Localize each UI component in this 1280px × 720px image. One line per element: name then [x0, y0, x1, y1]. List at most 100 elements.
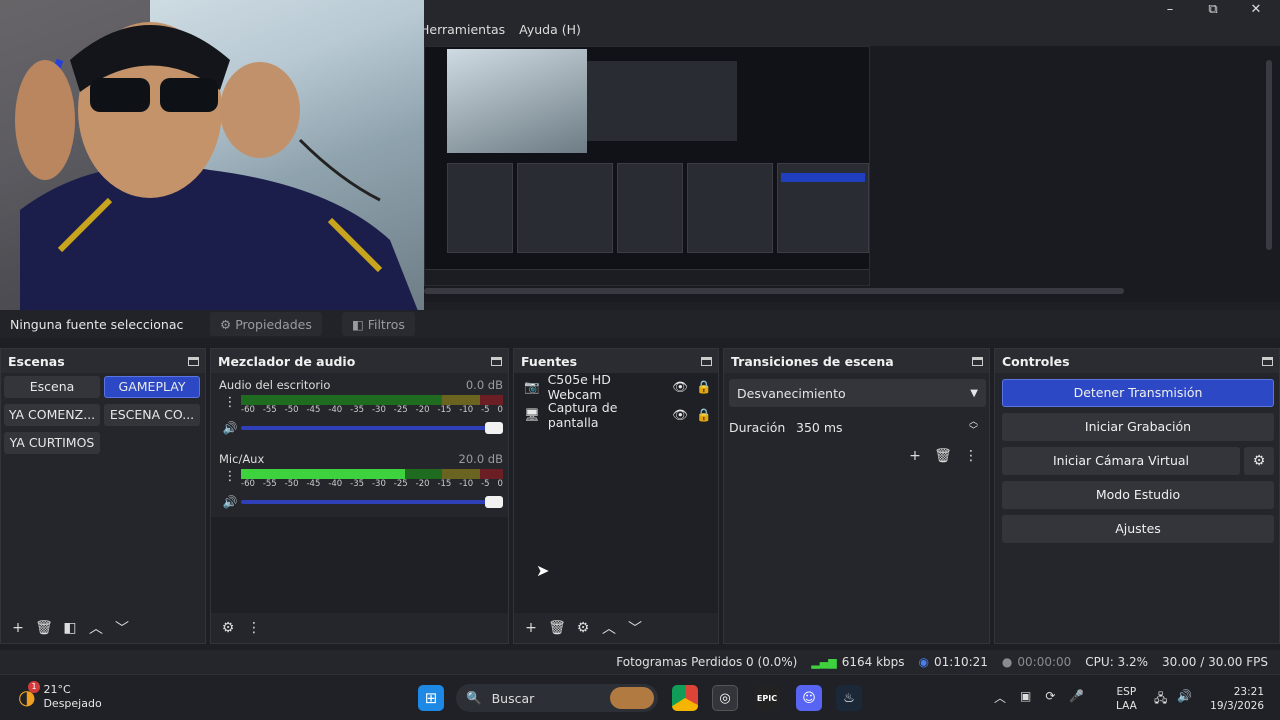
scene-item[interactable]: YA COMENZ... — [4, 404, 100, 426]
chevron-up-icon[interactable]: ︿ — [994, 689, 1006, 706]
gear-icon[interactable]: ⚙ — [572, 617, 594, 639]
properties-button[interactable]: ⚙ Propiedades — [210, 312, 322, 336]
record-time: 00:00:00 — [1017, 655, 1072, 669]
minimize-button[interactable]: – — [1156, 2, 1184, 20]
eye-icon[interactable]: 👁 — [672, 379, 688, 395]
windows-start-icon[interactable]: ⊞ — [418, 685, 444, 711]
source-name: C505e HD Webcam — [547, 372, 611, 402]
undock-icon[interactable] — [1262, 356, 1273, 366]
source-item[interactable]: 🖥 Captura de pantalla 👁 🔒 — [514, 400, 718, 430]
scene-item-active[interactable]: GAMEPLAY — [104, 376, 200, 398]
clock-time: 23:21 — [1233, 686, 1264, 698]
steam-icon[interactable]: ♨ — [836, 685, 862, 711]
audio-settings-icon[interactable]: ⚙ — [217, 617, 239, 639]
gear-icon[interactable]: ⚙ — [1244, 447, 1274, 475]
more-options-icon[interactable]: ⋮ — [219, 395, 241, 410]
scene-item[interactable]: Escena — [4, 376, 100, 398]
scene-item[interactable]: YA CURTIMOS — [4, 432, 100, 454]
start-recording-button[interactable]: Iniciar Grabación — [1002, 413, 1274, 441]
undock-icon[interactable] — [701, 356, 712, 366]
menu-item-ayuda[interactable]: Ayuda (H) — [519, 22, 581, 44]
lock-icon[interactable]: 🔒 — [696, 407, 718, 423]
chevron-down-icon[interactable]: ﹀ — [111, 617, 133, 639]
filter-icon[interactable]: ◧ — [59, 617, 81, 639]
stop-stream-button[interactable]: Detener Transmisión — [1002, 379, 1274, 407]
chrome-icon[interactable] — [672, 685, 698, 711]
undock-icon[interactable] — [188, 356, 199, 366]
filter-icon: ◧ — [351, 316, 364, 332]
volume-slider[interactable] — [241, 496, 503, 508]
dropped-frames: Fotogramas Perdidos 0 (0.0%) — [616, 655, 798, 669]
more-options-icon[interactable]: ⋮ — [219, 469, 241, 484]
scene-item[interactable]: ESCENA CO... — [104, 404, 200, 426]
close-button[interactable]: ✕ — [1242, 2, 1270, 20]
meter-tick-label: -25 — [393, 479, 408, 489]
network-volume[interactable]: 🖧 🔊 — [1154, 689, 1192, 710]
language-bottom: LAA — [1116, 700, 1137, 712]
meter-tick-label: 0 — [497, 405, 503, 415]
preview-mini-panel — [617, 163, 683, 253]
source-item[interactable]: 📷 C505e HD Webcam 👁 🔒 — [514, 372, 718, 402]
add-icon[interactable]: + — [7, 617, 29, 639]
transition-select[interactable]: Desvanecimiento ▼ — [729, 379, 986, 407]
trash-icon[interactable]: 🗑 — [932, 445, 954, 467]
eye-icon[interactable]: 👁 — [672, 407, 688, 423]
filters-label: Filtros — [367, 316, 405, 332]
lock-open-icon[interactable]: 🔒 — [696, 379, 718, 395]
channel-db: 0.0 dB — [465, 378, 503, 392]
speaker-icon[interactable]: 🔊 — [219, 421, 241, 435]
stream-preview[interactable] — [424, 46, 870, 286]
meter-tick-label: -55 — [262, 405, 277, 415]
chevron-up-icon[interactable]: ︿ — [85, 617, 107, 639]
meter-tick-label: -35 — [350, 405, 365, 415]
meter-tick-label: -45 — [306, 405, 321, 415]
add-icon[interactable]: + — [904, 445, 926, 467]
language-indicator[interactable]: ESP LAA — [1116, 685, 1137, 713]
undock-icon[interactable] — [972, 356, 983, 366]
horizontal-scrollbar[interactable] — [424, 288, 1124, 294]
speaker-icon[interactable]: 🔊 — [219, 495, 241, 509]
discord-icon[interactable]: ☺ — [796, 685, 822, 711]
scenes-toolbar: + 🗑 ◧ ︿ ﹀ — [1, 613, 205, 643]
meter-tick-label: -25 — [393, 405, 408, 415]
more-options-icon[interactable]: ⋮ — [960, 445, 982, 467]
add-icon[interactable]: + — [520, 617, 542, 639]
studio-mode-button[interactable]: Modo Estudio — [1002, 481, 1274, 509]
undock-icon[interactable] — [491, 356, 502, 366]
weather-widget[interactable]: ◑ 1 21°C Despejado — [18, 681, 102, 711]
bitrate-indicator: ▂▄▆ 6164 kbps — [811, 655, 904, 669]
filters-button[interactable]: ◧ Filtros — [341, 312, 415, 336]
settings-button[interactable]: Ajustes — [1002, 515, 1274, 543]
maximize-button[interactable]: ⧉ — [1199, 2, 1227, 20]
microphone-icon[interactable]: 🎤 — [1069, 689, 1084, 706]
controls-body: Detener Transmisión Iniciar Grabación In… — [995, 373, 1279, 643]
transitions-dock: Transiciones de escena Desvanecimiento ▼… — [723, 348, 990, 644]
search-label: Buscar — [491, 690, 535, 706]
bitrate-value: 6164 kbps — [841, 655, 905, 669]
trash-icon[interactable]: 🗑 — [33, 617, 55, 639]
chevron-up-icon[interactable]: ︿ — [598, 617, 620, 639]
taskbar-search[interactable]: 🔍 Buscar — [456, 684, 658, 712]
duration-spinbox[interactable]: 350 ms ︿ ﹀ — [792, 413, 986, 441]
weather-badge: 1 — [28, 681, 40, 693]
weather-temp: 21°C — [43, 683, 71, 696]
virtual-camera-button[interactable]: Iniciar Cámara Virtual — [1002, 447, 1240, 475]
mixer-empty-area — [211, 517, 508, 613]
vertical-scrollbar[interactable] — [1266, 60, 1272, 250]
meter-tick-label: -55 — [262, 479, 277, 489]
volume-slider[interactable] — [241, 422, 503, 434]
menu-item-herramientas[interactable]: Herramientas — [420, 22, 505, 44]
chevron-down-icon[interactable]: ﹀ — [624, 617, 646, 639]
obs-icon[interactable]: ◎ — [712, 685, 738, 711]
trash-icon[interactable]: 🗑 — [546, 617, 568, 639]
meter-tick-label: -10 — [459, 405, 474, 415]
clock[interactable]: 23:21 19/3/2026 — [1206, 685, 1264, 713]
sync-icon[interactable]: ⟳ — [1045, 689, 1055, 706]
channel-name: Mic/Aux — [219, 452, 265, 466]
mixer-channels: Audio del escritorio 0.0 dB ⋮ -60 -55 -50-… — [211, 373, 508, 613]
epic-games-icon[interactable]: EPIC — [754, 685, 780, 711]
more-options-icon[interactable]: ⋮ — [243, 617, 265, 639]
preview-mini-panel — [447, 163, 513, 253]
spin-arrows-icon[interactable]: ︿ ﹀ — [969, 418, 978, 436]
camera-tray-icon[interactable]: ▣ — [1020, 689, 1031, 706]
